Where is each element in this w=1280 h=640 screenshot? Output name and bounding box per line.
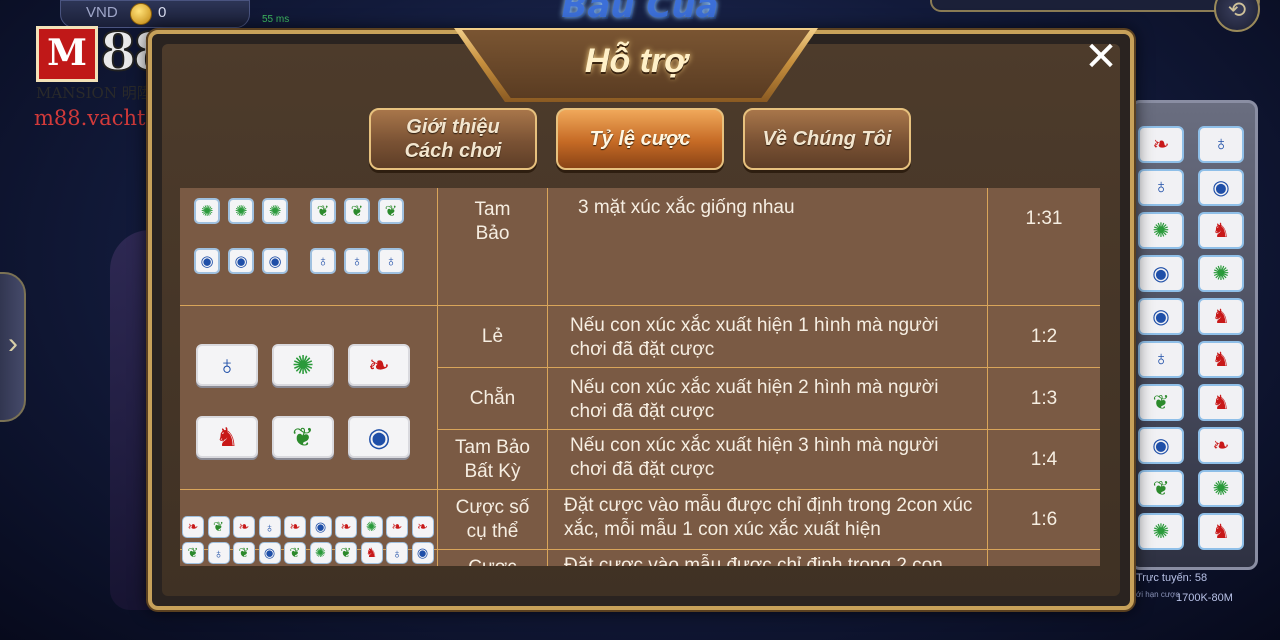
bet-description: Nếu con xúc xắc xuất hiện 3 hình mà ngườ… — [548, 430, 988, 489]
crab-icon: ✺ — [1138, 513, 1184, 550]
bet-ratio: 1:31 — [1025, 208, 1063, 229]
crab-icon: ✺ — [1198, 470, 1244, 507]
replay-icon[interactable]: ⟲ — [1214, 0, 1260, 32]
fish-icon: ❧ — [1198, 427, 1244, 464]
fish-icon: ❧ — [284, 516, 306, 538]
crab-icon: ✺ — [194, 198, 220, 224]
coin-icon: ◉ — [348, 416, 410, 458]
fish-icon: ❧ — [348, 344, 410, 386]
bet-ratio: 1:6 — [1030, 508, 1058, 530]
crab-icon: ✺ — [228, 198, 254, 224]
crab-icon: ✺ — [272, 344, 334, 386]
coin-icon: ◉ — [1198, 169, 1244, 206]
shrimp-icon: ❦ — [1138, 470, 1184, 507]
table-row: Chẵn Nếu con xúc xắc xuất hiện 2 hình mà… — [438, 368, 1100, 430]
tab-ve-chung-toi[interactable]: Về Chúng Tôi — [743, 108, 911, 170]
dice-pattern-cell: ♁ ✺ ❧ ♞ ❦ ◉ — [180, 306, 438, 489]
bet-ratio: 1:4 — [1030, 448, 1058, 470]
tab-ty-le-cuoc[interactable]: Tỷ lệ cược — [556, 108, 724, 170]
gourd-icon: ♁ — [310, 248, 336, 274]
bet-ratio: 1:2 — [1030, 325, 1058, 347]
crab-icon: ✺ — [1198, 255, 1244, 292]
bet-name: Tam Bảo Bất Kỳ — [438, 430, 548, 489]
history-board-tiles: ❧ ♁ ♁ ◉ ✺ ♞ ◉ ✺ ◉ ♞ ♁ ♞ ❦ ♞ ◉ ❧ ❦ ✺ ✺ ♞ — [1138, 126, 1250, 550]
currency-label: VND — [86, 4, 118, 21]
close-icon[interactable]: ✕ — [1082, 37, 1120, 78]
fish-icon: ❧ — [335, 516, 357, 538]
bet-name: Chẵn — [438, 368, 548, 429]
bet-description: Nếu con xúc xắc xuất hiện 1 hình mà ngườ… — [548, 306, 988, 367]
dice-pattern-cell: ✺ ✺ ✺ ❦ ❦ ❦ ◉ ◉ ◉ ♁ ♁ ♁ — [180, 188, 438, 305]
bet-limit-range: 1700K-80M — [1176, 592, 1233, 604]
coin-icon: ◉ — [1138, 255, 1184, 292]
dialog-title: Hỗ trợ — [584, 42, 688, 80]
gourd-icon: ♁ — [196, 344, 258, 386]
top-right-bar — [930, 0, 1260, 12]
crab-icon: ✺ — [360, 516, 383, 538]
bet-ratio: 1:3 — [1030, 387, 1058, 409]
fish-icon: ❧ — [1138, 126, 1184, 163]
bet-ratio — [988, 550, 1100, 566]
fish-icon: ❧ — [411, 516, 434, 538]
coin-icon: ◉ — [1138, 298, 1184, 335]
coin-icon: ◉ — [262, 248, 288, 274]
balance-value: 0 — [158, 4, 167, 21]
tab-gioi-thieu[interactable]: Giới thiệu Cách chơi — [369, 108, 537, 170]
side-panel-toggle-arrow[interactable]: › — [0, 272, 26, 422]
bet-limit-label: Giới hạn cược — [1128, 590, 1180, 599]
rooster-icon: ♞ — [1198, 384, 1244, 421]
bet-name: Tam Bảo — [438, 188, 548, 305]
coin-icon: ◉ — [1138, 427, 1184, 464]
shrimp-icon: ❦ — [344, 198, 370, 224]
gourd-icon: ♁ — [1138, 341, 1184, 378]
rooster-icon: ♞ — [1198, 513, 1244, 550]
rooster-icon: ♞ — [196, 416, 258, 458]
table-row: Cược Đặt cược vào mẫu được chỉ định tron… — [180, 550, 1100, 566]
shrimp-icon: ❦ — [272, 416, 334, 458]
bet-description: Đặt cược vào mẫu được chỉ định trong 2co… — [548, 490, 988, 549]
fish-icon: ❧ — [182, 516, 204, 538]
shrimp-icon: ❦ — [378, 198, 404, 224]
table-row: ❧ ❦ ❧ ♁ ❧ ◉ ❧ ✺ ❧ ❧ ❦ ♁ ❦ ◉ ❦ ✺ ❦ ♞ ♁ ◉ Cược số cụ thể Đặt … — [180, 490, 1100, 564]
bet-name: Lẻ — [438, 306, 548, 367]
table-row: Lẻ Nếu con xúc xắc xuất hiện 1 hình mà n… — [438, 306, 1100, 368]
gourd-icon: ♁ — [344, 248, 370, 274]
gourd-icon: ♁ — [1198, 126, 1244, 163]
table-row: ✺ ✺ ✺ ❦ ❦ ❦ ◉ ◉ ◉ ♁ ♁ ♁ Tam Bảo 3 mặt xú… — [180, 188, 1100, 306]
shrimp-icon: ❦ — [1138, 384, 1184, 421]
crab-icon: ✺ — [1138, 212, 1184, 249]
gourd-icon: ♁ — [378, 248, 404, 274]
dice-pattern-cell: ❧ ❦ ❧ ♁ ❧ ◉ ❧ ✺ ❧ ❧ ❦ ♁ ❦ ◉ ❦ ✺ ❦ ♞ ♁ ◉ — [180, 490, 438, 564]
rooster-icon: ♞ — [1198, 298, 1244, 335]
shrimp-icon: ❦ — [207, 516, 230, 538]
gourd-icon: ♁ — [258, 516, 281, 538]
rooster-icon: ♞ — [1198, 341, 1244, 378]
coin-icon: ◉ — [309, 516, 332, 538]
m88-logo-mansion: MANSION 明陞 — [36, 84, 152, 102]
coin-icon: ◉ — [194, 248, 220, 274]
coin-icon: ◉ — [228, 248, 254, 274]
crab-icon: ✺ — [262, 198, 288, 224]
payout-table[interactable]: ✺ ✺ ✺ ❦ ❦ ❦ ◉ ◉ ◉ ♁ ♁ ♁ Tam Bảo 3 mặt xú… — [180, 188, 1100, 566]
m88-logo-mark: M — [36, 26, 98, 82]
table-row: Tam Bảo Bất Kỳ Nếu con xúc xắc xuất hiện… — [438, 430, 1100, 490]
ping-indicator: 55 ms — [262, 14, 290, 25]
bet-name: Cược số cụ thể — [438, 490, 548, 549]
bet-description: 3 mặt xúc xắc giống nhau — [548, 188, 988, 305]
gourd-icon: ♁ — [1138, 169, 1184, 206]
m88-logo-url: m88.vachts — [34, 106, 157, 130]
dice-pattern-cell — [180, 550, 438, 566]
game-logo-title: Bầu Cua — [561, 0, 719, 26]
shrimp-icon: ❦ — [310, 198, 336, 224]
bet-name: Cược — [438, 550, 548, 566]
fish-icon: ❧ — [233, 516, 255, 538]
bet-description: Đặt cược vào mẫu được chỉ định trong 2 c… — [548, 550, 988, 566]
rooster-icon: ♞ — [1198, 212, 1244, 249]
bet-description: Nếu con xúc xắc xuất hiện 2 hình mà ngườ… — [548, 368, 988, 429]
fish-icon: ❧ — [386, 516, 408, 538]
online-count: Trực tuyến: 58 — [1136, 572, 1208, 584]
